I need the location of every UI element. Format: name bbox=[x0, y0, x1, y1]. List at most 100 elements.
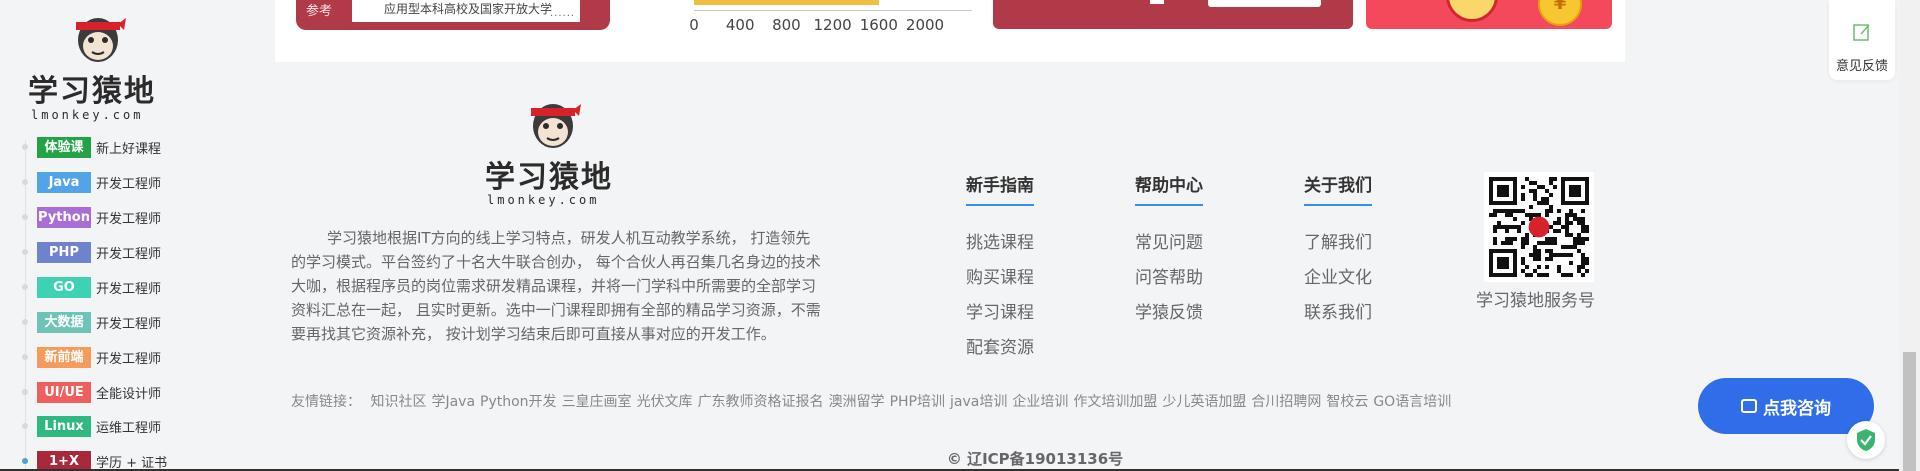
friend-link[interactable]: GO语言培训 bbox=[1373, 394, 1451, 410]
friend-link[interactable]: Python开发 bbox=[480, 394, 557, 410]
qr-code-icon bbox=[1489, 177, 1589, 277]
sidebar-item[interactable]: UI/UE 全能设计师 bbox=[22, 381, 161, 403]
qr-label: 学习猿地服务号 bbox=[1476, 291, 1595, 311]
sidebar-dot bbox=[22, 179, 28, 185]
qr-code bbox=[1484, 172, 1594, 282]
sidebar-item[interactable]: PHP 开发工程师 bbox=[22, 241, 161, 263]
sidebar-item[interactable]: Linux 运维工程师 bbox=[22, 415, 161, 437]
footer-link[interactable]: 配套资源 bbox=[966, 333, 1034, 358]
sidebar-badge: 新前端 bbox=[37, 346, 91, 368]
icp-record[interactable]: © 辽ICP备19013136号 bbox=[0, 448, 1920, 469]
sidebar-item[interactable]: GO 开发工程师 bbox=[22, 276, 161, 298]
sidebar-dot bbox=[22, 249, 28, 255]
friend-link[interactable]: PHP培训 bbox=[890, 394, 945, 410]
sidebar-dot bbox=[22, 144, 28, 150]
sidebar-badge: GO bbox=[37, 276, 91, 298]
reference-dots: ...... bbox=[550, 8, 576, 19]
security-shield-icon[interactable] bbox=[1847, 421, 1885, 459]
sidebar-badge: Java bbox=[37, 171, 91, 193]
reference-text: 应用型本科高校及国家开放大学 bbox=[384, 2, 553, 16]
sidebar-badge: 大数据 bbox=[37, 311, 91, 333]
about-paragraph: 学习猿地根据IT方向的线上学习特点，研发人机互动教学系统， 打造领先的学习模式。… bbox=[291, 229, 821, 343]
sidebar-item-label: 开发工程师 bbox=[96, 211, 162, 227]
sidebar-badge: Python bbox=[37, 206, 91, 228]
chart-tick-label: 800 bbox=[772, 16, 801, 34]
sidebar-item-label: 新上好课程 bbox=[96, 141, 162, 157]
friend-links: 友情链接： 知识社区 学Java Python开发 三皇庄画室 光伏文库 广东教师资格证报… bbox=[291, 391, 1456, 411]
sidebar-badge: UI/UE bbox=[37, 381, 91, 403]
sidebar-item-label: 开发工程师 bbox=[96, 316, 162, 332]
sidebar-badge: 体验课 bbox=[37, 136, 91, 158]
chart-bar bbox=[694, 0, 879, 5]
chart-x-axis bbox=[694, 10, 972, 11]
footer-link[interactable]: 联系我们 bbox=[1304, 298, 1372, 323]
chart-tick-label: 2000 bbox=[905, 16, 945, 34]
consult-label: 点我咨询 bbox=[1763, 398, 1831, 419]
friend-link[interactable]: 企业培训 bbox=[1012, 394, 1068, 410]
footer-link[interactable]: 常见问题 bbox=[1135, 228, 1203, 253]
reference-label: 参考 bbox=[306, 4, 333, 19]
sidebar-item-label: 全能设计师 bbox=[96, 386, 162, 402]
sidebar-item-label: 开发工程师 bbox=[96, 176, 162, 192]
footer-link[interactable]: 挑选课程 bbox=[966, 228, 1034, 253]
friend-links-label: 友情链接： bbox=[291, 394, 361, 410]
chat-icon bbox=[1741, 399, 1757, 413]
sidebar-badge: Linux bbox=[37, 415, 91, 437]
sidebar-dot bbox=[22, 389, 28, 395]
footer-link[interactable]: 购买课程 bbox=[966, 263, 1034, 288]
sidebar-item[interactable]: Python 开发工程师 bbox=[22, 206, 161, 228]
friend-link[interactable]: 智校云 bbox=[1326, 394, 1368, 410]
sidebar-dot bbox=[22, 423, 28, 429]
footer-link[interactable]: 了解我们 bbox=[1304, 228, 1372, 253]
footer-column-title: 新手指南 bbox=[966, 171, 1034, 206]
sidebar-item[interactable]: 新前端 开发工程师 bbox=[22, 346, 161, 368]
sidebar-dot bbox=[22, 214, 28, 220]
edit-icon bbox=[1853, 24, 1870, 41]
friend-link[interactable]: 澳洲留学 bbox=[829, 394, 885, 410]
feedback-widget[interactable]: 意见反馈 bbox=[1829, 0, 1895, 80]
promo-badge-icon bbox=[1446, 0, 1498, 22]
friend-link[interactable]: 作文培训加盟 bbox=[1073, 394, 1157, 410]
sidebar-item-label: 开发工程师 bbox=[96, 246, 162, 262]
chart-tick-label: 0 bbox=[689, 16, 699, 34]
consult-button[interactable]: 点我咨询 bbox=[1698, 378, 1874, 434]
chart-tick-label: 400 bbox=[725, 16, 755, 34]
promo-card-red-mark bbox=[1150, 0, 1164, 4]
footer-link[interactable]: 学习课程 bbox=[966, 298, 1034, 323]
monkey-mascot-icon bbox=[531, 104, 581, 148]
monkey-mascot-icon bbox=[76, 18, 126, 62]
sidebar-dot bbox=[22, 284, 28, 290]
sidebar-item[interactable]: 体验课 新上好课程 bbox=[22, 136, 161, 158]
footer-link[interactable]: 学猿反馈 bbox=[1135, 298, 1203, 323]
sidebar-dot bbox=[22, 354, 28, 360]
footer-link[interactable]: 问答帮助 bbox=[1135, 263, 1203, 288]
chart-tick-label: 1200 bbox=[813, 16, 852, 34]
sidebar-item-label: 运维工程师 bbox=[96, 420, 162, 436]
friend-link[interactable]: 光伏文库 bbox=[637, 394, 693, 410]
brand-name: 学习猿地 bbox=[485, 160, 613, 195]
footer-logo[interactable]: 学习猿地 lmonkey.com bbox=[483, 94, 623, 210]
chart-tick-label: 1600 bbox=[859, 16, 898, 34]
footer-link[interactable]: 企业文化 bbox=[1304, 263, 1372, 288]
friend-link[interactable]: 学Java bbox=[431, 394, 475, 410]
brand-domain: lmonkey.com bbox=[487, 193, 600, 207]
footer-column-title: 关于我们 bbox=[1304, 171, 1372, 206]
sidebar-dot bbox=[22, 319, 28, 325]
coin-icon: ¥ bbox=[1538, 0, 1582, 26]
footer-column-title: 帮助中心 bbox=[1135, 171, 1203, 206]
sidebar-item-label: 开发工程师 bbox=[96, 281, 162, 297]
sidebar-badge: PHP bbox=[37, 241, 91, 263]
friend-link[interactable]: 三皇庄画室 bbox=[562, 394, 632, 410]
friend-link[interactable]: 合川招聘网 bbox=[1251, 394, 1321, 410]
sidebar-logo[interactable]: 学习猿地 lmonkey.com bbox=[22, 8, 172, 123]
friend-link[interactable]: 广东教师资格证报名 bbox=[698, 394, 824, 410]
promo-card-red-button[interactable] bbox=[1208, 0, 1321, 7]
friend-link[interactable]: 知识社区 bbox=[370, 394, 426, 410]
promo-card-pink[interactable]: ¥ bbox=[1366, 0, 1612, 29]
sidebar-item[interactable]: 大数据 开发工程师 bbox=[22, 311, 161, 333]
friend-link[interactable]: 少儿英语加盟 bbox=[1162, 394, 1246, 410]
sidebar-item[interactable]: Java 开发工程师 bbox=[22, 171, 161, 193]
sidebar-item-label: 开发工程师 bbox=[96, 351, 162, 367]
feedback-label: 意见反馈 bbox=[1835, 59, 1888, 74]
friend-link[interactable]: java培训 bbox=[950, 394, 1007, 410]
